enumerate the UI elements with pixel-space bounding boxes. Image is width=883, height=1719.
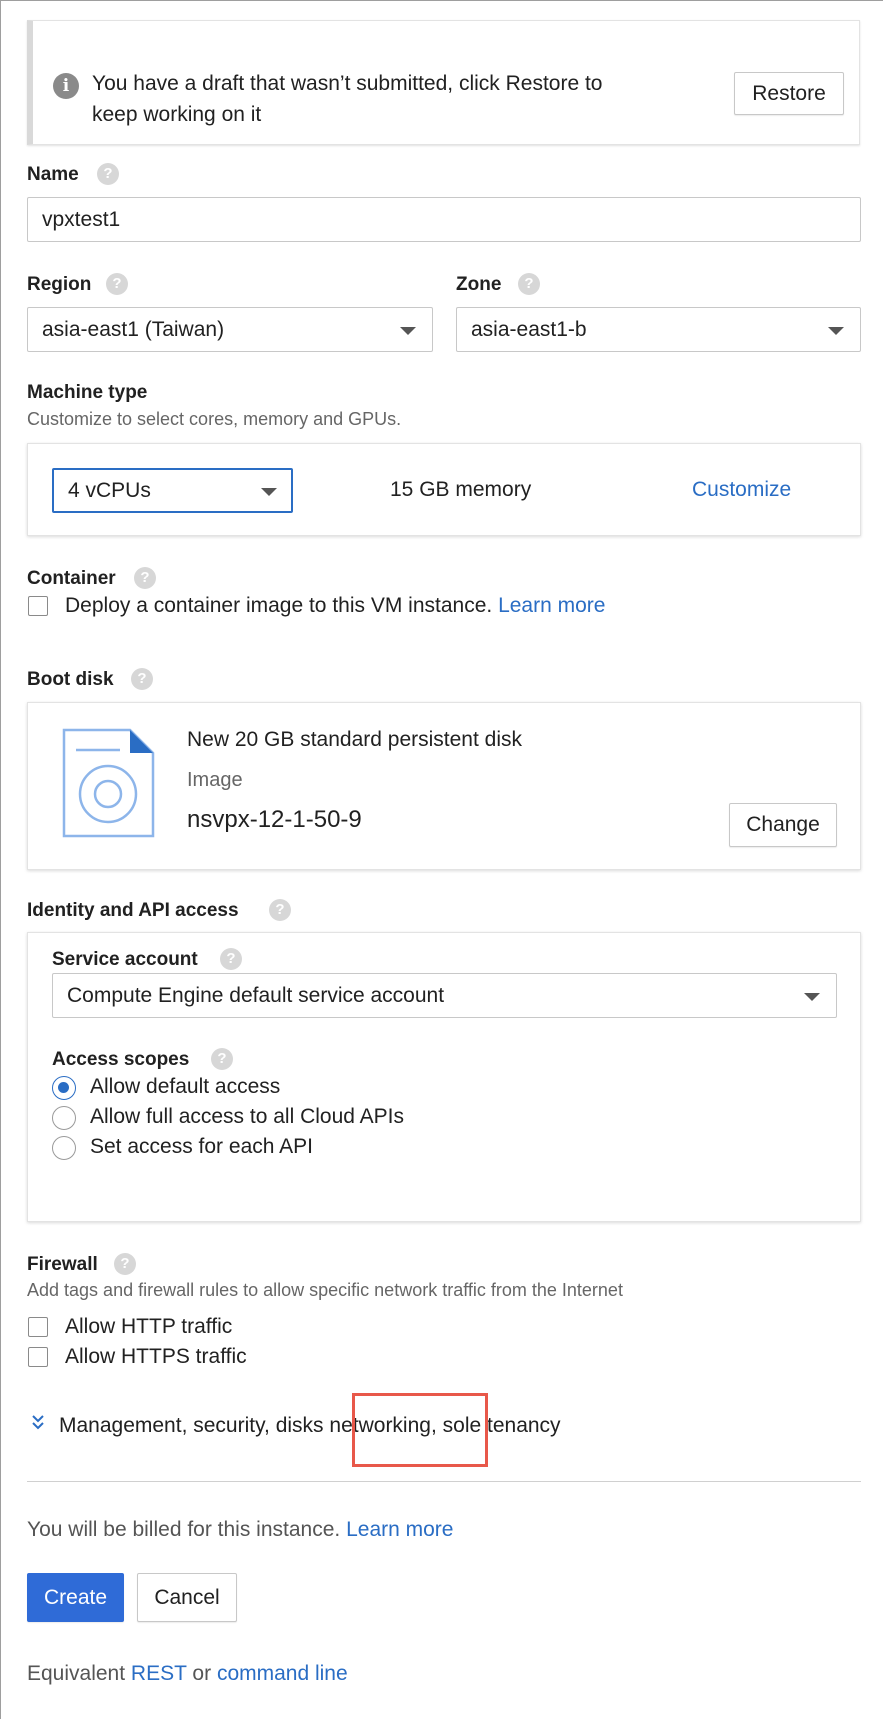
firewall-description: Add tags and firewall rules to allow spe… xyxy=(27,1280,623,1300)
service-account-select[interactable]: Compute Engine default service account xyxy=(52,973,837,1018)
boot-disk-card: New 20 GB standard persistent disk Image… xyxy=(27,702,861,870)
boot-disk-image-label: Image xyxy=(187,769,243,791)
billing-text: You will be billed for this instance. xyxy=(27,1518,341,1541)
chevron-down-icon xyxy=(828,327,844,335)
access-scopes-help-icon[interactable]: ? xyxy=(211,1048,233,1070)
access-scopes-label: Access scopes xyxy=(52,1049,190,1070)
container-checkbox[interactable] xyxy=(28,596,48,616)
change-boot-disk-button[interactable]: Change xyxy=(729,803,837,847)
equivalent-or: or xyxy=(192,1662,212,1685)
memory-value: 15 GB memory xyxy=(390,478,532,501)
info-icon: i xyxy=(53,73,79,99)
zone-label: Zone xyxy=(456,274,502,295)
create-button[interactable]: Create xyxy=(27,1573,124,1622)
draft-banner: i You have a draft that wasn’t submitted… xyxy=(27,20,860,145)
scope-label-each: Set access for each API xyxy=(90,1135,313,1158)
draft-message-line1: You have a draft that wasn’t submitted, … xyxy=(92,72,603,95)
http-checkbox-label: Allow HTTP traffic xyxy=(65,1315,233,1338)
identity-card: Service account ? Compute Engine default… xyxy=(27,932,861,1222)
customize-link[interactable]: Customize xyxy=(692,478,791,502)
name-help-icon[interactable]: ? xyxy=(97,163,119,185)
name-input[interactable]: vpxtest1 xyxy=(27,197,861,242)
firewall-help-icon[interactable]: ? xyxy=(114,1253,136,1275)
boot-disk-label: Boot disk xyxy=(27,669,114,690)
chevron-down-icon xyxy=(804,993,820,1001)
region-label: Region xyxy=(27,274,92,295)
container-label: Container xyxy=(27,568,116,589)
identity-help-icon[interactable]: ? xyxy=(269,899,291,921)
https-checkbox-label: Allow HTTPS traffic xyxy=(65,1345,247,1368)
machine-type-description: Customize to select cores, memory and GP… xyxy=(27,409,402,429)
command-line-link[interactable]: command line xyxy=(217,1662,348,1685)
equivalent-prefix: Equivalent xyxy=(27,1662,126,1685)
billing-notice: You will be billed for this instance. Le… xyxy=(27,1518,453,1542)
restore-button[interactable]: Restore xyxy=(734,72,844,115)
scope-label-full: Allow full access to all Cloud APIs xyxy=(90,1105,404,1128)
boot-disk-title: New 20 GB standard persistent disk xyxy=(187,728,522,751)
boot-disk-help-icon[interactable]: ? xyxy=(131,668,153,690)
container-checkbox-label: Deploy a container image to this VM inst… xyxy=(65,594,605,618)
cpu-select-value: 4 vCPUs xyxy=(68,478,151,502)
chevron-double-down-icon[interactable] xyxy=(30,1413,46,1431)
chevron-down-icon xyxy=(261,488,277,496)
chevron-down-icon xyxy=(400,327,416,335)
cancel-button[interactable]: Cancel xyxy=(137,1573,237,1622)
region-help-icon[interactable]: ? xyxy=(106,273,128,295)
firewall-label: Firewall xyxy=(27,1254,98,1275)
service-account-label: Service account xyxy=(52,949,198,970)
http-checkbox[interactable] xyxy=(28,1317,48,1337)
https-checkbox[interactable] xyxy=(28,1347,48,1367)
machine-type-card: 4 vCPUs 15 GB memory Customize xyxy=(27,443,861,536)
disk-icon xyxy=(62,728,155,838)
draft-message-line2: keep working on it xyxy=(92,103,262,126)
container-learn-more-link[interactable]: Learn more xyxy=(498,594,605,617)
container-checkbox-text: Deploy a container image to this VM inst… xyxy=(65,594,493,617)
service-account-value: Compute Engine default service account xyxy=(67,983,445,1007)
container-help-icon[interactable]: ? xyxy=(134,567,156,589)
scope-radio-each[interactable] xyxy=(52,1136,76,1160)
scope-radio-default[interactable] xyxy=(52,1076,76,1100)
machine-type-label: Machine type xyxy=(27,382,148,403)
scope-label-default: Allow default access xyxy=(90,1075,281,1098)
region-select-value: asia-east1 (Taiwan) xyxy=(42,317,225,341)
equivalent-line: Equivalent REST or command line xyxy=(27,1662,348,1686)
name-label: Name xyxy=(27,164,79,185)
rest-link[interactable]: REST xyxy=(131,1662,187,1685)
zone-help-icon[interactable]: ? xyxy=(518,273,540,295)
billing-learn-more-link[interactable]: Learn more xyxy=(346,1518,453,1541)
service-account-help-icon[interactable]: ? xyxy=(220,948,242,970)
cpu-select[interactable]: 4 vCPUs xyxy=(52,468,293,513)
identity-label: Identity and API access xyxy=(27,900,239,921)
advanced-options-part1: Management, security, disks xyxy=(59,1414,324,1437)
region-select[interactable]: asia-east1 (Taiwan) xyxy=(27,307,433,352)
scope-radio-full[interactable] xyxy=(52,1106,76,1130)
divider xyxy=(27,1481,861,1482)
zone-select-value: asia-east1-b xyxy=(471,317,587,341)
zone-select[interactable]: asia-east1-b xyxy=(456,307,861,352)
networking-highlight-box xyxy=(352,1393,488,1467)
boot-disk-image-value: nsvpx-12-1-50-9 xyxy=(187,806,362,833)
